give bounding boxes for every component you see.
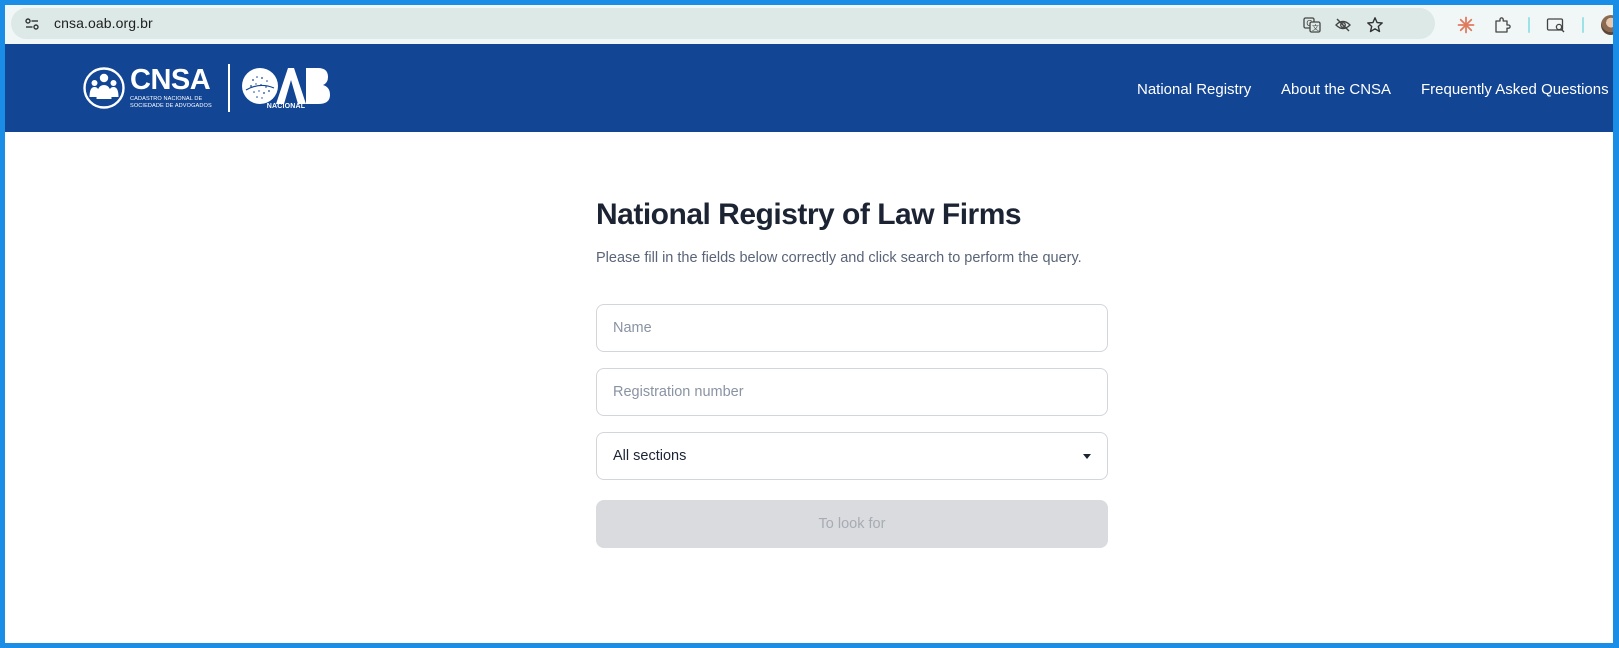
eye-off-icon[interactable] (1333, 15, 1353, 35)
oab-logo-subtitle: NACIONAL (266, 103, 306, 110)
page-title: National Registry of Law Firms (596, 198, 1022, 231)
translate-icon[interactable]: G 文 (1302, 15, 1322, 35)
site-info-icon[interactable] (24, 16, 40, 32)
extensions-icon[interactable] (1492, 15, 1512, 35)
nav-national-registry[interactable]: National Registry (1137, 81, 1251, 98)
page-subtitle: Please fill in the fields below correctl… (596, 250, 1082, 266)
oab-logo: NACIONAL (240, 66, 332, 110)
caret-down-icon (1083, 453, 1091, 459)
section-select-value: All sections (613, 448, 687, 464)
browser-toolbar: cnsa.oab.org.br G 文 (5, 5, 1613, 44)
nav-about-cnsa[interactable]: About the CNSA (1281, 81, 1391, 98)
address-bar[interactable]: cnsa.oab.org.br (11, 8, 1435, 39)
cast-icon[interactable] (1546, 15, 1566, 35)
profile-avatar[interactable] (1601, 15, 1613, 35)
star-icon[interactable] (1365, 15, 1385, 35)
registration-number-input[interactable] (596, 368, 1108, 416)
name-input[interactable] (596, 304, 1108, 352)
browser-window: cnsa.oab.org.br G 文 CNSA CADASTRO NACION… (0, 0, 1619, 648)
toolbar-divider (1582, 17, 1584, 33)
nav-faq[interactable]: Frequently Asked Questions (1421, 81, 1609, 98)
toolbar-divider (1528, 17, 1530, 33)
cnsa-logo-subtitle: CADASTRO NACIONAL DE SOCIEDADE DE ADVOGA… (130, 96, 212, 109)
claude-icon[interactable] (1456, 15, 1476, 35)
cnsa-emblem-icon (83, 67, 125, 109)
site-logo[interactable]: CNSA CADASTRO NACIONAL DE SOCIEDADE DE A… (83, 62, 332, 114)
logo-divider (228, 64, 230, 112)
svg-text:文: 文 (1312, 23, 1319, 32)
site-header: CNSA CADASTRO NACIONAL DE SOCIEDADE DE A… (5, 44, 1613, 132)
cnsa-wordmark: CNSA CADASTRO NACIONAL DE SOCIEDADE DE A… (130, 66, 218, 110)
cnsa-logo-title: CNSA (130, 64, 211, 96)
url-text[interactable]: cnsa.oab.org.br (54, 15, 153, 31)
oab-logo-icon (242, 68, 330, 104)
section-select[interactable]: All sections (596, 432, 1108, 480)
search-button[interactable]: To look for (596, 500, 1108, 548)
